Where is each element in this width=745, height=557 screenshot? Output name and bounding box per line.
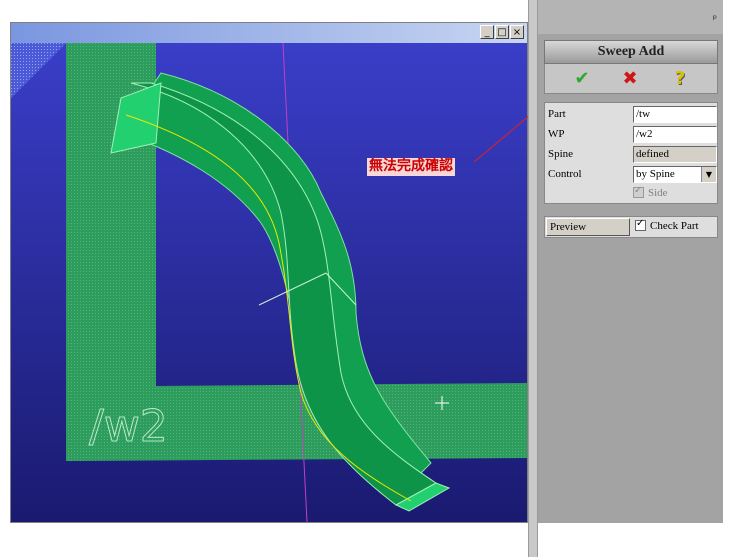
- viewport-titlebar[interactable]: _ □ ×: [11, 23, 527, 43]
- check-part-checkbox[interactable]: ✓: [635, 218, 646, 231]
- restore-button[interactable]: □: [495, 25, 509, 39]
- side-checkbox-wrap: ✓ Side: [633, 185, 668, 199]
- sweep-add-panel: ᵖ Sweep Add ✔ ✖ ? Part /tw WP /w2 Spine …: [538, 0, 723, 523]
- help-question-icon[interactable]: ?: [667, 67, 693, 91]
- cancel-x-icon[interactable]: ✖: [617, 67, 643, 91]
- preview-button[interactable]: Preview: [546, 218, 630, 236]
- annotation-text: 無法完成確認: [367, 158, 455, 176]
- preview-row: Preview ✓ Check Part: [544, 216, 718, 238]
- panel-splitter[interactable]: [528, 0, 538, 557]
- side-row: ✓ Side: [548, 185, 716, 204]
- control-select-value: by Spine: [636, 168, 675, 180]
- control-label: Control: [548, 168, 582, 180]
- minimize-button[interactable]: _: [480, 25, 494, 39]
- side-label: Side: [648, 187, 668, 199]
- part-label: Part: [548, 108, 566, 120]
- 3d-scene[interactable]: /w2: [11, 43, 527, 522]
- check-part-label: Check Part: [650, 220, 699, 232]
- check-part-wrap: ✓ Check Part: [635, 218, 699, 232]
- dropdown-arrow-icon[interactable]: ▼: [701, 167, 716, 182]
- action-toolbar: ✔ ✖ ?: [544, 64, 718, 94]
- sweep-form: Part /tw WP /w2 Spine defined Control by…: [544, 102, 718, 204]
- spine-label: Spine: [548, 148, 574, 160]
- wp-field-label: WP: [548, 128, 565, 140]
- control-row: Control by Spine ▼: [548, 166, 717, 184]
- part-row: Part /tw: [548, 106, 717, 124]
- panel-title: Sweep Add: [544, 40, 718, 64]
- spine-row: Spine defined: [548, 146, 717, 164]
- wp-label: /w2: [89, 401, 168, 452]
- ok-check-icon[interactable]: ✔: [569, 67, 595, 91]
- wp-row: WP /w2: [548, 126, 717, 144]
- panel-header-strip: ᵖ: [538, 0, 723, 34]
- control-select[interactable]: by Spine ▼: [633, 166, 717, 183]
- viewport-window[interactable]: _ □ × /w2: [10, 22, 528, 523]
- close-button[interactable]: ×: [510, 25, 524, 39]
- wp-input[interactable]: /w2: [633, 126, 717, 143]
- side-checkbox[interactable]: ✓: [633, 185, 644, 198]
- pin-icon[interactable]: ᵖ: [713, 14, 717, 25]
- window-buttons: _ □ ×: [480, 25, 524, 39]
- part-input[interactable]: /tw: [633, 106, 717, 123]
- spine-value[interactable]: defined: [633, 146, 717, 163]
